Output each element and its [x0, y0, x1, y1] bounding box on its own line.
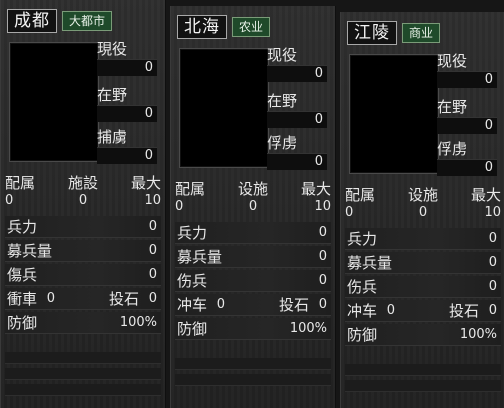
- row-defense: 防御 100%: [345, 324, 501, 346]
- stat-max: 最大 10: [300, 180, 331, 214]
- city-panel-beihai[interactable]: 北海 农业 现役 0 在野 0 俘虏 0 配属 0 设施 0 最大 10 兵力 0 募兵量 0 …: [170, 6, 336, 408]
- row-recruit: 募兵量 0: [345, 252, 501, 274]
- city-type-badge: 商业: [402, 23, 441, 43]
- row-recruit: 募兵量 0: [5, 240, 161, 262]
- panel-footer: [5, 352, 161, 400]
- row-defense: 防御 100%: [175, 318, 331, 340]
- row-wounded: 傷兵 0: [5, 264, 161, 286]
- row-wounded: 伤兵 0: [345, 276, 501, 298]
- stat-active: 现役 0: [437, 52, 497, 88]
- officer-portrait: [9, 42, 99, 162]
- military-stats: 兵力 0 募兵量 0 伤兵 0 冲车 0 投石 0 防御 100%: [175, 222, 331, 342]
- panel-header: 北海 农业: [177, 14, 271, 40]
- panel-header: 成都 大都市: [7, 8, 113, 34]
- stat-captive: 俘虏 0: [267, 134, 327, 170]
- row-troops: 兵力 0: [345, 228, 501, 250]
- row-wounded: 伤兵 0: [175, 270, 331, 292]
- facility-stats: 配属 0 设施 0 最大 10: [175, 180, 331, 216]
- stat-max: 最大 10: [130, 174, 161, 208]
- military-stats: 兵力 0 募兵量 0 伤兵 0 冲车 0 投石 0 防御 100%: [345, 228, 501, 348]
- row-siege: 衝車 0 投石 0: [5, 288, 161, 310]
- stat-free: 在野 0: [437, 98, 497, 134]
- stat-assigned: 配属 0: [345, 186, 376, 220]
- stat-max: 最大 10: [470, 186, 501, 220]
- city-name: 江陵: [347, 21, 397, 45]
- row-troops: 兵力 0: [5, 216, 161, 238]
- panel-footer: [175, 358, 331, 390]
- facility-stats: 配属 0 施設 0 最大 10: [5, 174, 161, 210]
- stat-captive: 俘虏 0: [437, 140, 497, 176]
- facility-stats: 配属 0 设施 0 最大 10: [345, 186, 501, 222]
- stat-facilities: 设施 0: [237, 180, 268, 214]
- stat-free: 在野 0: [267, 92, 327, 128]
- siege-catapult: 投石 0: [448, 302, 497, 320]
- officer-portrait: [349, 54, 439, 174]
- siege-ram: 冲车 0: [177, 296, 226, 314]
- city-type-badge: 农业: [232, 17, 271, 37]
- city-panels: 成都 大都市 現役 0 在野 0 捕虜 0 配属 0 施設 0 最大 10 兵力 0 募兵量 0…: [0, 0, 504, 408]
- city-panel-chengdu[interactable]: 成都 大都市 現役 0 在野 0 捕虜 0 配属 0 施設 0 最大 10 兵力 0 募兵量 0…: [0, 0, 166, 408]
- row-siege: 冲车 0 投石 0: [345, 300, 501, 322]
- siege-ram: 冲车 0: [347, 302, 396, 320]
- stat-captive: 捕虜 0: [97, 128, 157, 164]
- city-panel-jiangling[interactable]: 江陵 商业 现役 0 在野 0 俘虏 0 配属 0 设施 0 最大 10 兵力 0 募兵量 0 …: [340, 12, 504, 408]
- stat-facilities: 设施 0: [407, 186, 438, 220]
- row-defense: 防御 100%: [5, 312, 161, 334]
- siege-catapult: 投石 0: [108, 290, 157, 308]
- stat-active: 現役 0: [97, 40, 157, 76]
- stat-facilities: 施設 0: [67, 174, 98, 208]
- stat-assigned: 配属 0: [5, 174, 36, 208]
- stat-free: 在野 0: [97, 86, 157, 122]
- military-stats: 兵力 0 募兵量 0 傷兵 0 衝車 0 投石 0 防御 100%: [5, 216, 161, 336]
- officer-portrait: [179, 48, 269, 168]
- stat-active: 现役 0: [267, 46, 327, 82]
- city-type-badge: 大都市: [62, 11, 113, 31]
- row-recruit: 募兵量 0: [175, 246, 331, 268]
- row-troops: 兵力 0: [175, 222, 331, 244]
- siege-catapult: 投石 0: [278, 296, 327, 314]
- row-siege: 冲车 0 投石 0: [175, 294, 331, 316]
- panel-footer: [345, 364, 501, 396]
- panel-header: 江陵 商业: [347, 20, 441, 46]
- siege-ram: 衝車 0: [7, 290, 56, 308]
- city-name: 成都: [7, 9, 57, 33]
- city-name: 北海: [177, 15, 227, 39]
- stat-assigned: 配属 0: [175, 180, 206, 214]
